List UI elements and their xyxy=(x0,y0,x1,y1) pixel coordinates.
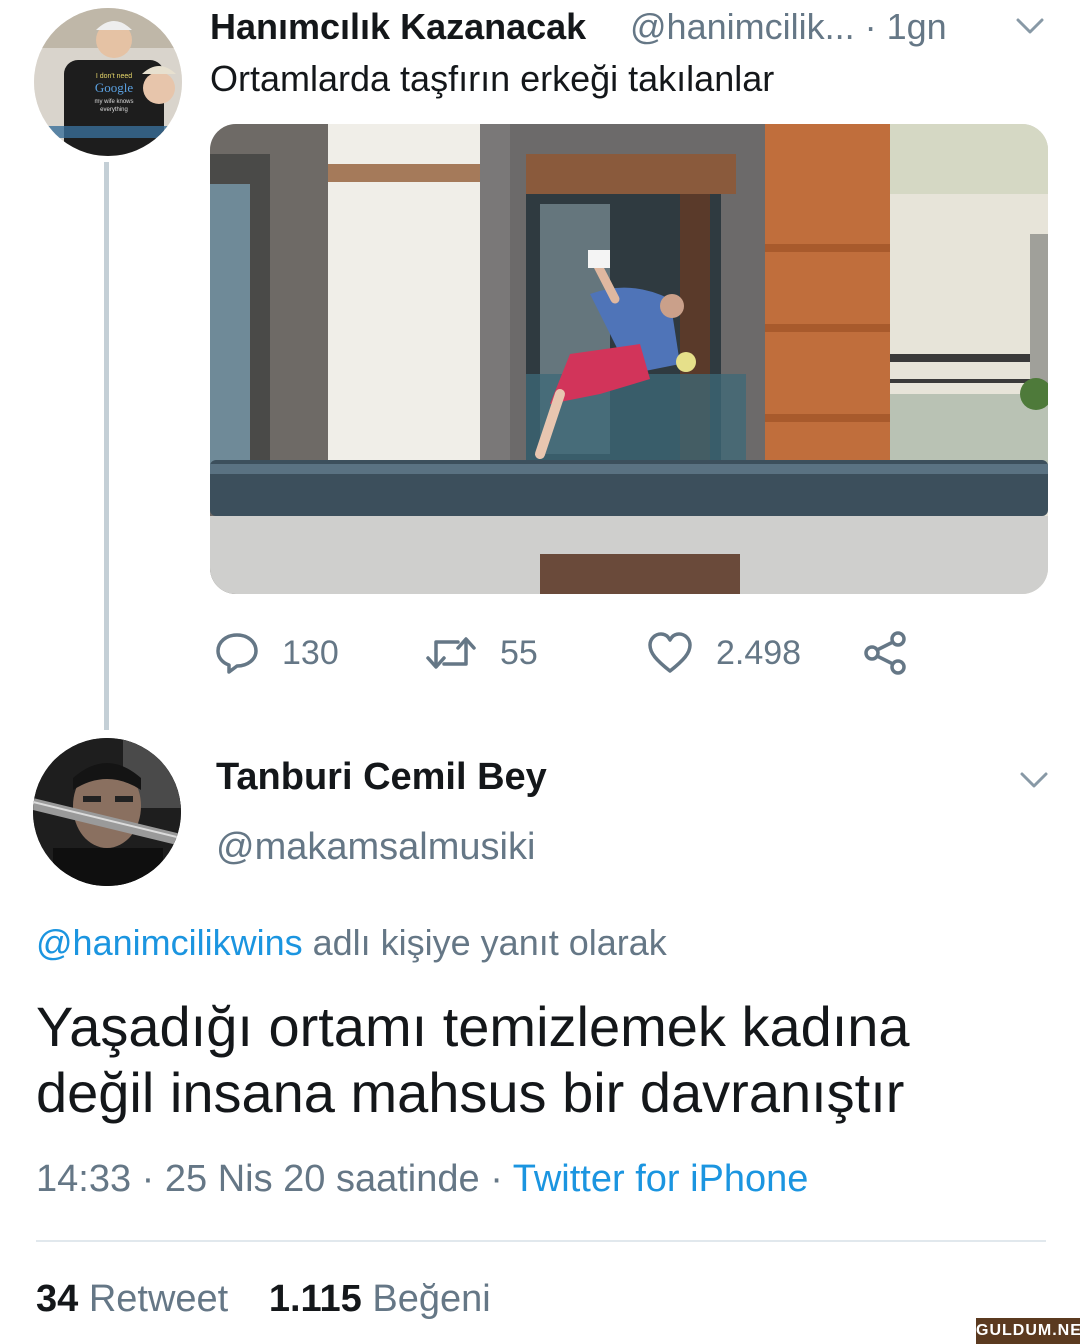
tweet-date[interactable]: 25 Nis 20 saatinde xyxy=(165,1158,480,1200)
tweet-stats: 34 Retweet 1.115 Beğeni xyxy=(36,1278,491,1321)
speech-bubble-icon xyxy=(216,633,258,674)
author-display-name[interactable]: Hanımcılık Kazanacak xyxy=(210,6,586,48)
svg-text:everything: everything xyxy=(100,107,128,113)
heart-icon xyxy=(648,632,692,673)
avatar-photo xyxy=(33,738,181,886)
watermark: GULDUM.NET xyxy=(976,1318,1080,1344)
divider xyxy=(36,1240,1046,1242)
svg-text:I don't need: I don't need xyxy=(96,73,132,80)
meta-separator: · xyxy=(131,1158,165,1200)
photo-man-cleaning-window xyxy=(210,124,1048,594)
svg-text:my wife knows: my wife knows xyxy=(94,99,133,105)
replying-to: @hanimcilikwins adlı kişiye yanıt olarak xyxy=(36,922,667,964)
tweet-text-line-2: değil insana mahsus bir davranıştır xyxy=(36,1061,905,1124)
reply-action[interactable]: 130 xyxy=(214,628,339,678)
svg-text:Google: Google xyxy=(95,80,134,95)
chevron-down-icon[interactable] xyxy=(1014,764,1054,796)
retweet-stat-label: Retweet xyxy=(78,1278,229,1320)
reply-suffix: adlı kişiye yanıt olarak xyxy=(302,922,667,963)
avatar-hanimcilik[interactable]: I don't need Google my wife knows everyt… xyxy=(34,8,182,156)
like-action[interactable]: 2.498 xyxy=(646,628,801,678)
share-action[interactable] xyxy=(862,628,932,678)
chevron-down-icon[interactable] xyxy=(1010,10,1050,42)
retweet-action[interactable]: 55 xyxy=(424,628,538,678)
tweet-time[interactable]: 14:33 xyxy=(36,1158,131,1200)
like-stat-count: 1.115 xyxy=(268,1278,362,1320)
tweet-metadata: 14:33 · 25 Nis 20 saatinde · Twitter for… xyxy=(36,1158,808,1201)
share-nodes-icon xyxy=(864,631,906,675)
thread-connector-line xyxy=(104,162,109,730)
retweet-stat-count: 34 xyxy=(36,1278,79,1320)
author-handle[interactable]: @makamsalmusiki xyxy=(216,826,535,869)
tweet-media-photo[interactable] xyxy=(210,124,1048,594)
tweet-text: Yaşadığı ortamı temizlemek kadına değil … xyxy=(36,994,910,1126)
retweet-count: 55 xyxy=(500,633,538,672)
author-handle-and-time[interactable]: @hanimcilik... · 1gn xyxy=(630,6,947,48)
tweet-text-line-1: Yaşadığı ortamı temizlemek kadına xyxy=(36,995,910,1058)
avatar-photo: I don't need Google my wife knows everyt… xyxy=(34,8,182,156)
reply-count: 130 xyxy=(282,633,339,672)
retweet-stat[interactable]: 34 Retweet xyxy=(36,1278,228,1320)
like-stat[interactable]: 1.115 Beğeni xyxy=(269,1278,491,1320)
author-display-name[interactable]: Tanburi Cemil Bey xyxy=(216,756,547,799)
reply-mention-link[interactable]: @hanimcilikwins xyxy=(36,922,303,963)
like-count: 2.498 xyxy=(716,633,802,672)
meta-separator: · xyxy=(479,1158,513,1200)
tweet-text: Ortamlarda taşfırın erkeği takılanlar xyxy=(210,58,775,99)
like-stat-label: Beğeni xyxy=(361,1278,491,1320)
tweet-source-link[interactable]: Twitter for iPhone xyxy=(513,1158,809,1200)
retweet-arrows-icon xyxy=(426,637,476,669)
avatar-tanburi[interactable] xyxy=(33,738,181,886)
